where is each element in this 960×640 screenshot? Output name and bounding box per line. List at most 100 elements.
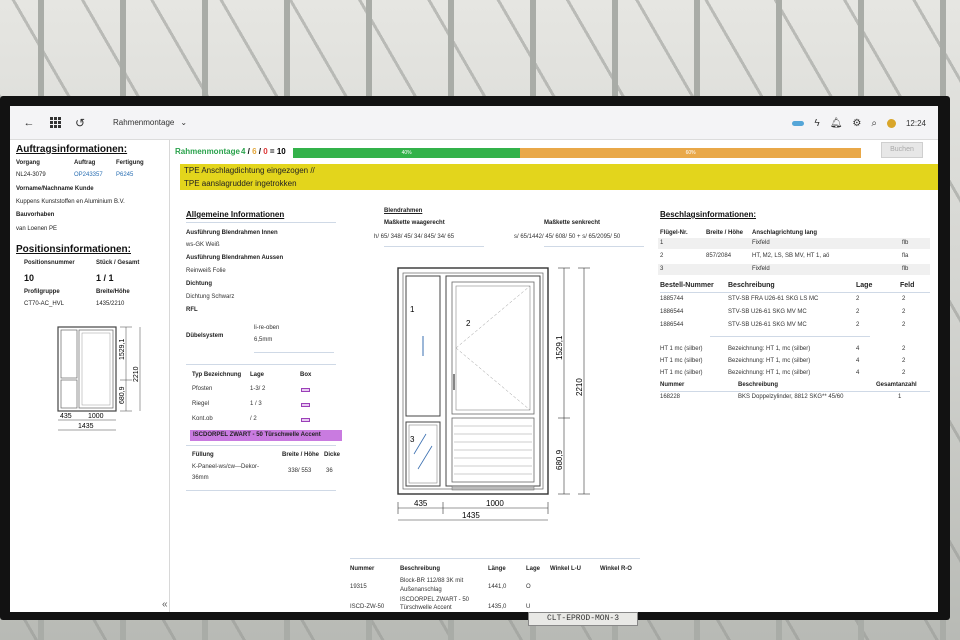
fuellung-bh-label: Breite / Höhe [282,452,320,458]
gesamt-header: Gesamtanzahl [876,382,917,388]
fuellung-bh-value: 338/ 553 [288,468,312,474]
fluegel-row-x: flb [902,266,909,272]
bell-icon[interactable]: 🔔︎ [830,118,843,129]
thumb-w2: 1000 [88,413,104,420]
profile-row-nr: ISCD-ZW-50 [350,604,385,610]
back-arrow-icon[interactable]: ← [22,116,36,130]
profile-row-beschr-2: Außenanschlag [400,587,442,593]
module-title[interactable]: Rahmenmontage [113,118,174,127]
fluegel-row-bh: 857/2084 [706,253,732,259]
dim-total-h: 2210 [575,378,584,396]
bestell-row-lage: 2 [856,322,860,328]
divider [186,445,336,446]
dicke-label: Dicke [324,452,341,458]
ht-row-feld: 2 [902,346,906,352]
profil-value: CT70-AC_HVL [24,301,65,307]
profile-row-laenge: 1435,0 [488,604,507,610]
bottom-winkel-lu-header: Winkel L-U [550,566,581,572]
stueck-label: Stück / Gesamt [96,260,140,266]
vorgang-value: NL24-3079 [16,172,46,178]
typ-row: Pfosten [192,386,213,392]
logo-icon[interactable]: ↺ [73,116,87,130]
bolt-icon[interactable]: ϟ [814,118,819,129]
fluegel-row-anschlag: HT, M2, LS, SB MV, HT 1, aö [752,253,830,259]
divider [660,391,930,392]
buchen-button[interactable]: Buchen [881,142,923,158]
thumb-total-w: 1435 [78,423,94,430]
senk-label: Maßkette senkrecht [544,220,601,226]
fertigung-link[interactable]: P6245 [116,172,133,178]
lage-header: Lage [250,372,265,378]
divider [186,364,336,365]
notice-line-2: TPE aanslagrudder ingetrokken [184,179,297,188]
top-bar: ← ↺ Rahmenmontage ⌄ ϟ 🔔︎ ⚙ ⌕ 12:24 [10,106,938,140]
profil-label: Profilgruppe [24,289,60,295]
ht-row-lage: 4 [856,346,860,352]
row-shade [658,238,930,249]
profile-row-beschr-1: ISCDORPEL ZWART - 50 [400,597,470,603]
box-checkbox[interactable] [301,403,310,407]
field-number-2: 2 [466,319,471,328]
bestell-row-lage: 2 [856,296,860,302]
search-icon[interactable]: ⌕ [871,118,877,129]
divider [384,246,484,247]
gear-icon[interactable]: ⚙ [852,118,861,129]
bestell-row-beschr: STV-SB U26-61 SKG MV MC [728,309,807,315]
bottom-nummer-header: Nummer [350,566,375,572]
divider [660,292,930,293]
ht-row-lage: 4 [856,370,860,376]
box-header: Box [300,372,312,378]
stueck-value: 1 / 1 [96,273,114,283]
innen-value: ws-GK Weiß [186,242,220,248]
box-checkbox[interactable] [301,418,310,422]
thumb-w1: 435 [60,413,72,420]
ht-row-lage: 4 [856,358,860,364]
dim-w1: 435 [414,499,428,508]
bestell-row-feld: 2 [902,309,906,315]
bestell-row-beschr: STV-SB U26-61 SKG MV MC [728,322,807,328]
fuellung-value-2: 36mm [192,475,209,481]
lage-header: Lage [856,282,873,289]
auftrag-link[interactable]: OP243357 [74,172,103,178]
progress-bar: 40% 60% [293,148,861,158]
row-shade [658,264,930,275]
duebel-value-2: 6,5mm [254,337,273,343]
notice-banner: TPE Anschlagdichtung eingezogen // TPE a… [180,164,938,190]
bestell-header: Bestell-Nummer [660,282,714,289]
ht-row-feld: 2 [902,370,906,376]
left-panel: Auftragsinformationen: Vorgang Auftrag F… [10,140,170,612]
progress-orange-segment: 60% [520,148,861,158]
avatar[interactable] [886,118,896,128]
profile-row-lage: U [526,604,531,610]
fuellung-dicke-value: 36 [326,468,333,474]
kunde-value: Kuppens Kunststoffen en Aluminium B.V. [16,199,125,205]
aussen-value: Reinweiß Folie [186,268,226,274]
divider [254,352,334,353]
auftrag-label: Auftrag [74,160,96,166]
zylinder-row-anzahl: 1 [898,394,902,400]
bestell-row-feld: 2 [902,322,906,328]
bottom-lage-header: Lage [526,566,541,572]
allgemein-title: Allgemeine Informationen [186,210,285,219]
field-number-1: 1 [410,305,415,314]
chevron-down-icon[interactable]: ⌄ [180,118,187,127]
dim-h2: 680,9 [555,449,564,470]
duebel-label: Dübelsystem [186,333,224,339]
collapse-panel-icon[interactable]: « [162,599,168,610]
bh-header: Breite / Höhe [706,230,744,236]
innen-label: Ausführung Blendrahmen Innen [186,230,278,236]
fuellung-value-1: K-Paneel-ws/cw---Dekor- [192,464,260,470]
apps-grid-icon[interactable] [50,117,61,128]
beschlag-title: Beschlagsinformationen: [660,210,757,219]
profile-row-lage: O [526,584,531,590]
duebel-value-1: li-re-oben [254,325,280,331]
key-icon[interactable] [792,120,805,126]
ht-row-feld: 2 [902,358,906,364]
bestell-row-lage: 2 [856,309,860,315]
bauvorhaben-value: van Loenen PE [16,226,58,232]
waag-label: Maßkette waagerecht [384,220,445,226]
ht-row-nr: HT 1 mc (silber) [660,346,703,352]
posnr-label: Positionsnummer [24,260,75,266]
box-checkbox[interactable] [301,388,310,392]
divider [710,336,870,337]
